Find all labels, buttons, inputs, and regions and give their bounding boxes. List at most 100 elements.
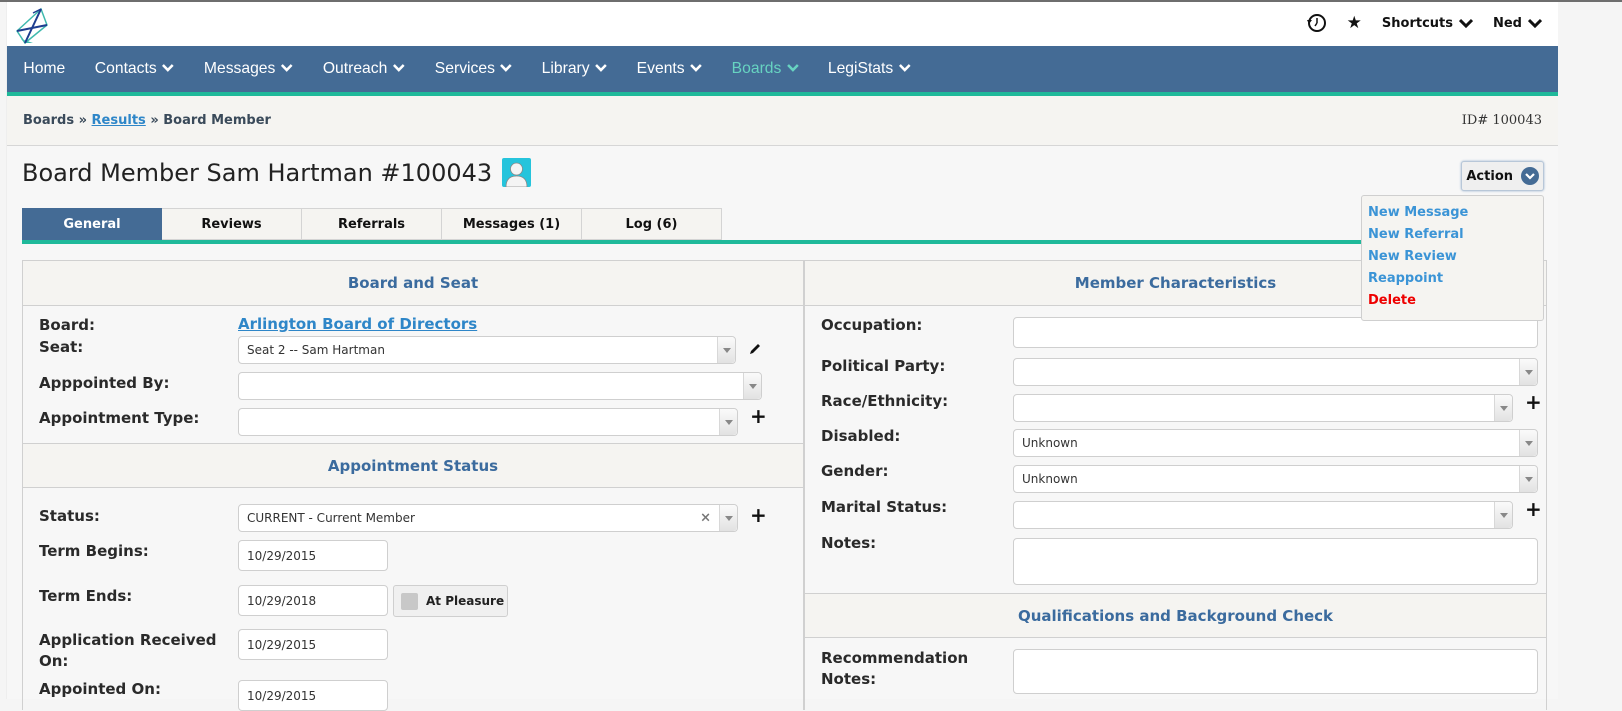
chevron-down-circle-icon: [1521, 167, 1539, 185]
person-avatar-icon[interactable]: [502, 158, 532, 187]
gender-label: Gender:: [821, 462, 889, 480]
action-menu-new-referral[interactable]: New Referral: [1368, 226, 1537, 248]
shortcuts-label: Shortcuts: [1381, 15, 1453, 31]
nav-item-label: Library: [541, 60, 590, 77]
tab-underline: [22, 240, 1417, 244]
action-button[interactable]: Action: [1461, 161, 1544, 191]
action-menu-new-message[interactable]: New Message: [1368, 204, 1537, 226]
tab-referrals[interactable]: Referrals: [302, 208, 442, 240]
add-appointment-type-button[interactable]: +: [750, 406, 767, 426]
favorites-button[interactable]: ★: [1347, 13, 1362, 33]
nav-item-contacts[interactable]: Contacts: [94, 60, 174, 78]
application-received-input[interactable]: 10/29/2015: [238, 629, 388, 660]
user-name: Ned: [1492, 15, 1522, 31]
action-menu: New Message New Referral New Review Reappoi…: [1361, 195, 1544, 321]
notes-textarea[interactable]: [1013, 538, 1538, 585]
page: ★ Shortcuts Ned Home Contacts Messages Outr…: [6, 2, 1558, 711]
dropdown-arrow-icon: [719, 409, 737, 435]
gender-value: Unknown: [1022, 472, 1078, 486]
edit-pencil-icon[interactable]: [748, 342, 762, 356]
tab-messages[interactable]: Messages (1): [442, 208, 582, 240]
dropdown-arrow-icon: [1494, 502, 1512, 528]
term-begins-value: 10/29/2015: [247, 548, 317, 563]
dropdown-arrow-icon: [717, 337, 735, 363]
nav-item-messages[interactable]: Messages: [204, 60, 293, 78]
section-heading-qualifications: Qualifications and Background Check: [805, 593, 1546, 638]
term-begins-label: Term Begins:: [39, 542, 149, 560]
dropdown-arrow-icon: [743, 373, 761, 399]
status-label: Status:: [39, 507, 100, 525]
page-title-text: Board Member Sam Hartman #100043: [22, 158, 493, 187]
user-menu[interactable]: Ned: [1493, 16, 1542, 31]
nav-item-boards[interactable]: Boards: [731, 60, 799, 78]
chevron-down-icon: [392, 60, 405, 78]
application-received-label: Application Received On:: [39, 631, 217, 670]
chevron-down-icon: [161, 60, 174, 78]
race-ethnicity-select[interactable]: [1013, 394, 1513, 422]
nav-item-events[interactable]: Events: [636, 60, 702, 78]
seat-select[interactable]: Seat 2 -- Sam Hartman: [238, 336, 736, 364]
appointed-on-input[interactable]: 10/29/2015: [238, 680, 388, 711]
add-race-ethnicity-button[interactable]: +: [1525, 392, 1542, 412]
nav-item-label: Events: [636, 60, 685, 77]
breadcrumb: Boards » Results » Board Member: [23, 113, 271, 128]
history-icon: [1306, 14, 1326, 32]
add-marital-status-button[interactable]: +: [1525, 499, 1542, 519]
nav-item-label: Home: [23, 60, 66, 77]
occupation-input[interactable]: [1013, 317, 1538, 348]
breadcrumb-results-link[interactable]: Results: [92, 113, 146, 128]
dropdown-arrow-icon: [1519, 359, 1537, 385]
page-title: Board Member Sam Hartman #100043: [22, 158, 532, 187]
nav-item-library[interactable]: Library: [542, 60, 608, 78]
title-row: Board Member Sam Hartman #100043 Action: [7, 146, 1558, 201]
chevron-down-icon: [280, 60, 293, 78]
appointment-type-select[interactable]: [238, 408, 738, 436]
application-received-value: 10/29/2015: [247, 637, 317, 652]
tab-reviews[interactable]: Reviews: [162, 208, 302, 240]
logo[interactable]: [11, 5, 51, 45]
tab-general[interactable]: General: [22, 208, 162, 240]
nav-item-label: Boards: [731, 60, 782, 77]
appointment-type-label: Appointment Type:: [39, 409, 200, 427]
nav-item-outreach[interactable]: Outreach: [323, 60, 405, 78]
shortcuts-menu[interactable]: Shortcuts: [1382, 16, 1473, 31]
tab-log[interactable]: Log (6): [582, 208, 722, 240]
occupation-label: Occupation:: [821, 316, 923, 334]
history-button[interactable]: [1305, 12, 1327, 34]
form-panels: Board and Seat Board: Arlington Board of…: [22, 260, 1547, 711]
add-status-button[interactable]: +: [750, 505, 767, 525]
gender-select[interactable]: Unknown: [1013, 465, 1538, 493]
marital-status-select[interactable]: [1013, 501, 1513, 529]
marital-status-label: Marital Status:: [821, 498, 948, 516]
term-begins-input[interactable]: 10/29/2015: [238, 540, 388, 571]
nav-item-services[interactable]: Services: [434, 60, 512, 78]
disabled-select[interactable]: Unknown: [1013, 429, 1538, 457]
breadcrumb-current: Board Member: [163, 113, 271, 128]
status-select[interactable]: CURRENT - Current Member ×: [238, 504, 738, 532]
dropdown-arrow-icon: [1519, 430, 1537, 456]
nav-item-label: Services: [434, 60, 495, 77]
action-menu-reappoint[interactable]: Reappoint: [1368, 270, 1537, 292]
board-link[interactable]: Arlington Board of Directors: [238, 315, 477, 333]
checkbox-unchecked-icon: [401, 592, 418, 610]
nav-item-label: LegiStats: [828, 60, 894, 77]
action-menu-new-review[interactable]: New Review: [1368, 248, 1537, 270]
at-pleasure-checkbox[interactable]: At Pleasure: [393, 585, 508, 617]
political-party-label: Political Party:: [821, 357, 946, 375]
clear-icon[interactable]: ×: [700, 511, 711, 526]
nav-item-home[interactable]: Home: [23, 60, 65, 78]
appointed-by-label: Apppointed By:: [39, 374, 170, 392]
top-bar: ★ Shortcuts Ned: [7, 2, 1558, 46]
breadcrumb-separator: »: [150, 113, 159, 128]
appointed-by-select[interactable]: [238, 372, 762, 400]
disabled-label: Disabled:: [821, 427, 901, 445]
chevron-down-icon: [1458, 18, 1473, 28]
left-column: Board and Seat Board: Arlington Board of…: [23, 261, 805, 711]
political-party-select[interactable]: [1013, 358, 1538, 386]
term-ends-input[interactable]: 10/29/2018: [238, 585, 388, 616]
chevron-down-icon: [786, 60, 799, 78]
action-menu-delete[interactable]: Delete: [1368, 292, 1537, 314]
recommendation-notes-textarea[interactable]: [1013, 649, 1538, 694]
nav-item-legistats[interactable]: LegiStats: [828, 60, 911, 78]
chevron-down-icon: [499, 60, 512, 78]
